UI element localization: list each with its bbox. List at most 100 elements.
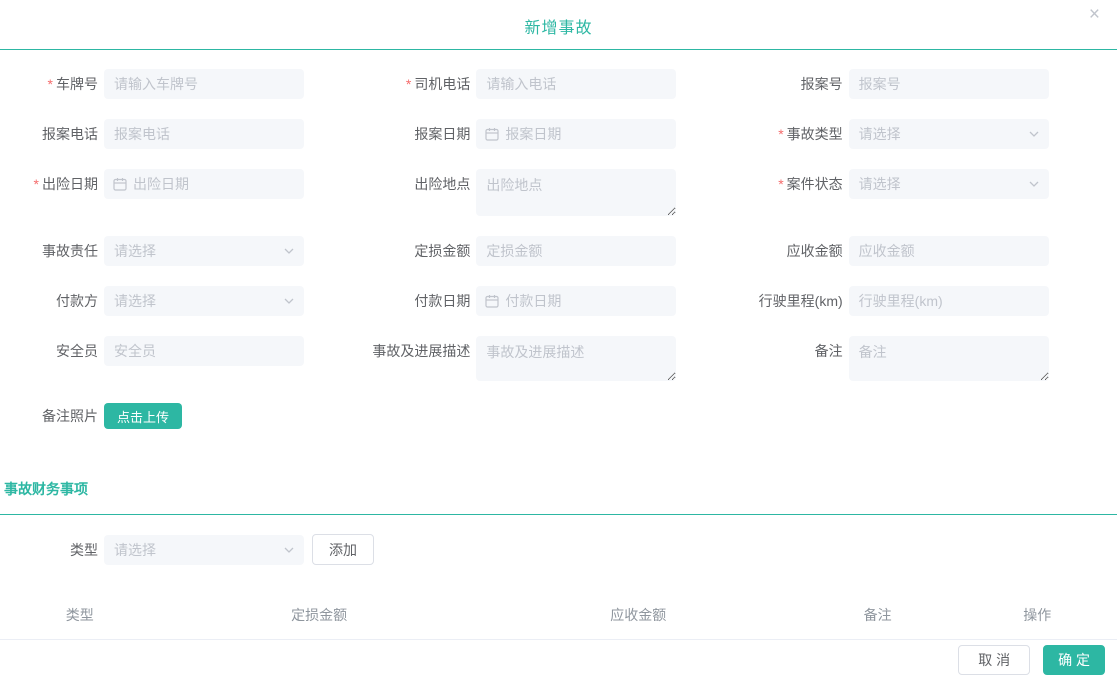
report-phone-input[interactable] <box>104 119 304 149</box>
field-label: 报案日期 <box>414 126 471 142</box>
report-no-input[interactable] <box>848 69 1049 99</box>
license-plate-input[interactable] <box>104 69 304 99</box>
field-label: 案件状态 <box>786 176 843 192</box>
field-driver-phone: * 司机电话 <box>372 69 744 99</box>
receivable-amount-input[interactable] <box>848 236 1049 266</box>
case-status-select[interactable]: 请选择 <box>848 169 1049 199</box>
finance-section: 事故财务事项 类型 请选择 添加 类型 定损金额 应收金额 备注 操作 <box>0 479 1117 640</box>
chevron-down-icon <box>283 544 295 556</box>
col-header-assessed-amount: 定损金额 <box>159 599 479 640</box>
select-placeholder: 请选择 <box>114 243 156 259</box>
field-report-phone: 报案电话 <box>0 119 372 149</box>
select-placeholder: 请选择 <box>114 541 156 558</box>
field-safety-officer: 安全员 <box>0 336 372 381</box>
field-mileage: 行驶里程(km) <box>745 286 1117 316</box>
finance-type-row: 类型 请选择 添加 <box>0 534 1117 565</box>
required-asterisk: * <box>405 76 412 92</box>
col-header-actions: 操作 <box>957 599 1117 640</box>
field-label: 车牌号 <box>56 76 98 92</box>
assessed-amount-input[interactable] <box>476 236 677 266</box>
safety-officer-input[interactable] <box>104 336 304 366</box>
field-accident-liability: 事故责任 请选择 <box>0 236 372 266</box>
field-label: 出险日期 <box>42 176 98 192</box>
required-asterisk: * <box>33 176 39 192</box>
field-report-no: 报案号 <box>745 69 1117 99</box>
chevron-down-icon <box>283 245 295 257</box>
section-divider <box>0 514 1117 515</box>
select-placeholder: 请选择 <box>114 293 156 309</box>
cancel-button[interactable]: 取 消 <box>958 645 1031 675</box>
field-label: 出险地点 <box>414 176 471 192</box>
finance-section-title: 事故财务事项 <box>4 481 88 497</box>
field-payer: 付款方 请选择 <box>0 286 372 316</box>
field-incident-date: * 出险日期 出险日期 <box>0 169 372 216</box>
field-label: 报案电话 <box>42 126 98 142</box>
calendar-icon <box>113 177 127 191</box>
dialog-title: 新增事故 <box>524 20 593 37</box>
incident-date-picker[interactable]: 出险日期 <box>104 169 304 199</box>
field-label: 付款日期 <box>414 293 471 309</box>
dialog-footer: 取 消 确 定 <box>958 645 1105 675</box>
col-header-remark: 备注 <box>797 599 958 640</box>
accident-form: *车牌号 *司机电话 报案号 报案电话 报案日期 报案日期 *事故类型 请选择 <box>0 50 1117 401</box>
select-placeholder: 请选择 <box>858 126 901 142</box>
accident-type-select[interactable]: 请选择 <box>848 119 1049 149</box>
required-asterisk: * <box>47 76 53 92</box>
date-placeholder: 报案日期 <box>505 126 562 142</box>
select-placeholder: 请选择 <box>858 176 901 192</box>
col-header-receivable-amount: 应收金额 <box>478 599 798 640</box>
finance-table-header-row: 类型 定损金额 应收金额 备注 操作 <box>0 599 1117 640</box>
confirm-button[interactable]: 确 定 <box>1043 645 1105 675</box>
chevron-down-icon <box>1028 128 1040 140</box>
close-icon[interactable]: × <box>1089 5 1100 24</box>
field-label: 司机电话 <box>414 76 471 92</box>
date-placeholder: 付款日期 <box>505 293 562 309</box>
field-accident-type: * 事故类型 请选择 <box>745 119 1117 149</box>
mileage-input[interactable] <box>848 286 1049 316</box>
field-assessed-amount: 定损金额 <box>372 236 744 266</box>
field-label: 定损金额 <box>414 243 471 259</box>
field-label: 类型 <box>70 541 98 558</box>
field-progress-desc: 事故及进展描述 <box>372 336 744 381</box>
field-label: 事故责任 <box>42 243 98 259</box>
field-label: 备注 <box>814 343 843 359</box>
finance-type-select[interactable]: 请选择 <box>104 534 304 565</box>
field-label: 备注照片 <box>42 408 98 424</box>
upload-button[interactable]: 点击上传 <box>104 403 183 429</box>
field-label: 安全员 <box>56 343 98 359</box>
field-label: 事故类型 <box>786 126 843 142</box>
field-payment-date: 付款日期 付款日期 <box>372 286 744 316</box>
chevron-down-icon <box>1028 178 1040 190</box>
field-label: 付款方 <box>56 293 98 309</box>
field-report-date: 报案日期 报案日期 <box>372 119 744 149</box>
field-receivable-amount: 应收金额 <box>745 236 1117 266</box>
col-header-type: 类型 <box>0 599 160 640</box>
chevron-down-icon <box>283 295 295 307</box>
field-label: 应收金额 <box>786 243 843 259</box>
finance-table: 类型 定损金额 应收金额 备注 操作 <box>0 599 1117 640</box>
report-date-picker[interactable]: 报案日期 <box>476 119 677 149</box>
calendar-icon <box>485 294 499 308</box>
field-label: 报案号 <box>800 76 843 92</box>
driver-phone-input[interactable] <box>476 69 677 99</box>
remark-textarea[interactable] <box>848 336 1049 381</box>
payment-date-picker[interactable]: 付款日期 <box>476 286 677 316</box>
progress-desc-textarea[interactable] <box>476 336 677 381</box>
dialog-header: 新增事故 × <box>0 0 1117 50</box>
field-remark-photos: 备注照片 点击上传 <box>0 403 1117 429</box>
field-label: 行驶里程(km) <box>758 293 843 309</box>
payer-select[interactable]: 请选择 <box>104 286 304 316</box>
incident-location-textarea[interactable] <box>476 169 677 216</box>
field-incident-location: 出险地点 <box>372 169 744 216</box>
calendar-icon <box>485 127 499 141</box>
required-asterisk: * <box>778 126 784 142</box>
field-license-plate: * 车牌号 <box>0 69 372 99</box>
add-accident-dialog: 新增事故 × *车牌号 *司机电话 报案号 报案电话 报案日期 报案日期 <box>0 0 1117 685</box>
required-asterisk: * <box>778 176 784 192</box>
accident-liability-select[interactable]: 请选择 <box>104 236 304 266</box>
field-case-status: * 案件状态 请选择 <box>745 169 1117 216</box>
field-remark: 备注 <box>745 336 1117 381</box>
add-button[interactable]: 添加 <box>312 534 374 565</box>
field-label: 事故及进展描述 <box>372 343 471 359</box>
date-placeholder: 出险日期 <box>133 176 189 192</box>
